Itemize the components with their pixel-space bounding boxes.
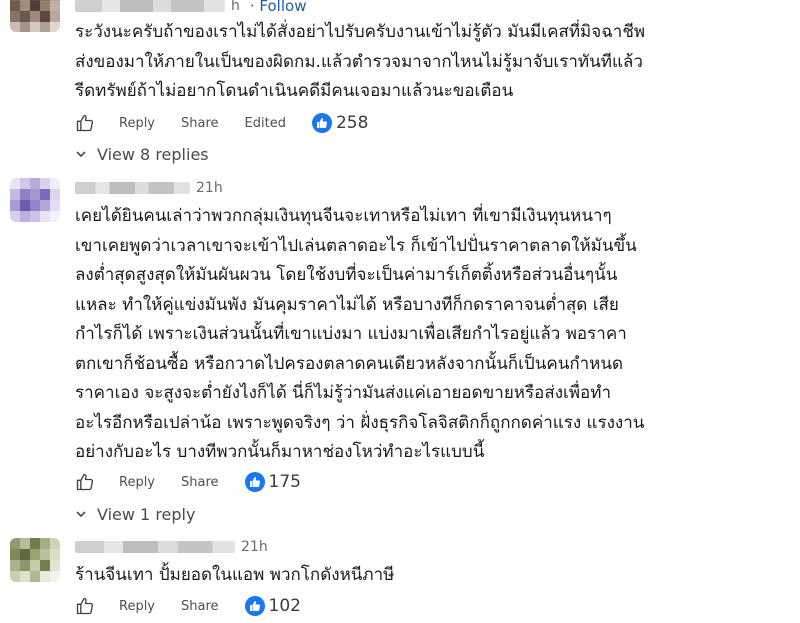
like-count-value: 175 [268,472,301,492]
comment-actions: Reply Share Edited 258 [75,110,368,136]
view-replies-label: View 1 reply [97,504,196,524]
chevron-down-icon [75,508,87,520]
like-count[interactable]: 258 [311,113,369,133]
comment-time: 21h [241,539,268,555]
comment-actions: Reply Share 175 [75,469,301,495]
like-badge-icon [244,472,265,492]
edited-label: Edited [244,115,286,131]
comment-meta: 21h [75,537,268,557]
thumbs-up-icon[interactable] [75,595,97,617]
comment-line: ส่งของมาให้ภายในเป็นของผิดกม.แล้วตำรวจมา… [75,51,643,72]
avatar[interactable] [10,538,60,582]
comment-time: h [231,0,240,14]
comment-line: ระวังนะครับถ้าของเราไม่ได้สั่งอย่าไปรับค… [75,22,646,42]
comment-line: เขาเคยพูดว่าเวลาเขาจะเข้าไปเล่นตลาดอะไร … [75,235,637,256]
chevron-down-icon [75,148,87,160]
view-replies-button[interactable]: View 8 replies [75,142,209,166]
avatar[interactable] [10,0,60,32]
comment-actions: Reply Share 102 [75,593,301,619]
thumbs-up-icon[interactable] [75,471,97,493]
like-badge-icon [311,113,332,133]
follow-link[interactable]: · Follow [250,0,307,15]
comment-meta: 21h [75,178,223,198]
like-count-value: 102 [268,596,301,616]
like-count-value: 258 [335,113,369,133]
reply-button[interactable]: Reply [119,116,155,131]
like-badge-icon [244,596,265,616]
comment-text: ร้านจีนเทา ปั้มยอดในแอพ พวกโกดังหนีภาษี [75,561,775,591]
comment-text: ระวังนะครับถ้าของเราไม่ได้สั่งอย่าไปรับค… [75,18,775,107]
comment-line: แหละ ทำให้คู่แข่งมันพัง มันคุมราคาไม่ได้… [75,294,619,315]
comment-line: อย่างกับอะไร บางทีพวกนั้นก็มาหาช่องโหว่ท… [75,442,485,462]
author-name-blurred[interactable] [75,0,225,12]
comment-line: ลงต่ำสุดสูงสุดให้มันผันผวน โดยใช้งบที่จะ… [75,265,618,285]
like-count[interactable]: 175 [244,472,301,492]
author-name-blurred[interactable] [75,182,190,194]
comment-line: ร้านจีนเทา ปั้มยอดในแอพ พวกโกดังหนีภาษี [75,565,395,585]
reply-button[interactable]: Reply [119,599,155,614]
comment-line: ตกเขาก็ช้อนซื้อ หรือกวาดไปครองตลาดคนเดีย… [75,353,624,374]
share-button[interactable]: Share [181,116,219,131]
share-button[interactable]: Share [181,599,219,614]
comment-line: ราคาเอง จะสูงจะต่ำยังไงก็ได้ นี่ก็ไม่รู้… [75,383,611,403]
avatar[interactable] [10,178,60,222]
view-replies-label: View 8 replies [97,144,209,164]
share-button[interactable]: Share [181,475,219,490]
comment-line: อะไรอีกหรือเปล่าน้อ เพราะพูดจริงๆ ว่า ฝั… [75,412,645,433]
like-count[interactable]: 102 [244,596,301,616]
reply-button[interactable]: Reply [119,475,155,490]
comment-text: เคยได้ยินคนเล่าว่าพวกกลุ่มเงินทุนจีนจะเท… [75,202,775,468]
comment-line: รีดทรัพย์ถ้าไม่อยากโดนดำเนินคดีมีคนเจอมา… [75,81,514,101]
comment-line: เคยได้ยินคนเล่าว่าพวกกลุ่มเงินทุนจีนจะเท… [75,206,612,226]
thumbs-up-icon[interactable] [75,112,97,134]
view-replies-button[interactable]: View 1 reply [75,502,195,526]
comment-line: กำไรก็ได้ เพราะเงินส่วนนั้นที่เขาแบ่งมา … [75,324,627,344]
comment-meta: h · Follow [75,0,306,16]
author-name-blurred[interactable] [75,541,235,553]
comment-time: 21h [196,180,223,196]
